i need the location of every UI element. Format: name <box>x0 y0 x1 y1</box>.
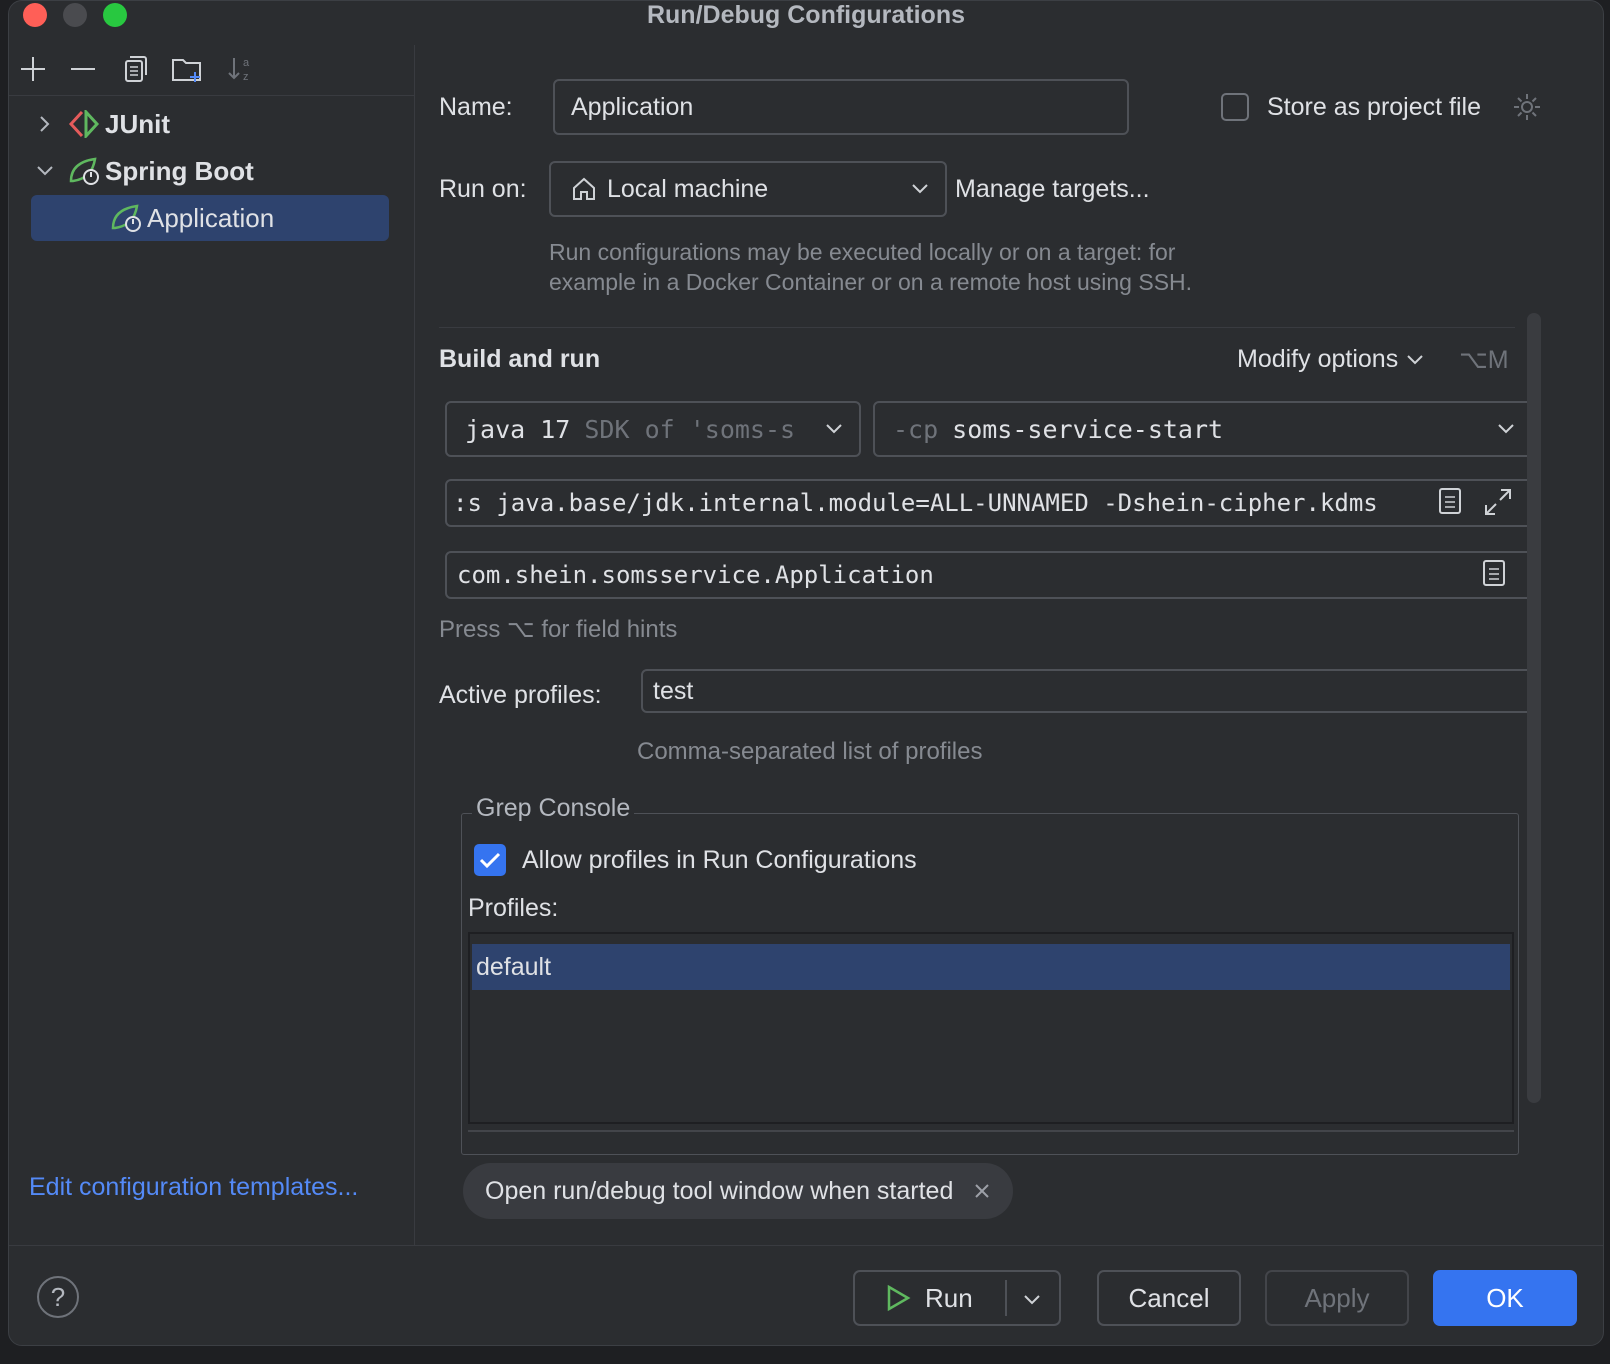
chevron-down-icon[interactable] <box>35 164 55 178</box>
classpath-prefix: -cp <box>893 414 939 444</box>
vm-options-value: :s java.base/jdk.internal.module=ALL-UNN… <box>453 489 1378 517</box>
copy-configuration-button[interactable] <box>117 51 153 87</box>
jre-dropdown[interactable]: java 17 SDK of 'soms-s <box>445 401 861 457</box>
play-icon <box>887 1284 911 1312</box>
store-as-project-checkbox[interactable] <box>1221 93 1249 121</box>
run-debug-dialog: Run/Debug Configurations az JUnit Spring… <box>8 0 1604 1346</box>
tree-item-label: Application <box>147 202 275 233</box>
tree-item-label: Spring Boot <box>105 155 254 186</box>
copy-icon <box>125 56 147 82</box>
checkmark-icon <box>479 852 501 869</box>
main-class-field[interactable]: com.shein.somsservice.Application <box>445 551 1535 599</box>
active-profiles-field[interactable]: test <box>641 669 1535 713</box>
run-on-hint-line-2: example in a Docker Container or on a re… <box>549 269 1193 295</box>
configuration-editor: Name: Application Store as project file … <box>415 45 1603 1245</box>
chevron-down-icon <box>1498 424 1514 434</box>
grep-console-group: Grep Console Allow profiles in Run Confi… <box>461 794 1519 1155</box>
tree-item-spring-boot[interactable]: Spring Boot <box>35 148 254 194</box>
run-button[interactable]: Run <box>853 1270 1061 1326</box>
build-and-run-title: Build and run <box>439 345 601 373</box>
manage-targets-link[interactable]: Manage targets... <box>955 175 1150 204</box>
vertical-scrollbar[interactable] <box>1527 313 1541 1103</box>
tree-item-label: JUnit <box>105 108 170 139</box>
browse-class-icon[interactable] <box>1481 559 1509 594</box>
help-button[interactable]: ? <box>37 1276 79 1318</box>
chip-label: Open run/debug tool window when started <box>485 1176 954 1205</box>
expand-text-icon[interactable] <box>1437 487 1465 522</box>
allow-profiles-checkbox[interactable] <box>474 844 506 876</box>
chevron-down-icon <box>1407 354 1423 364</box>
list-item[interactable]: default <box>472 944 1510 990</box>
jre-description: SDK of 'soms-s <box>584 414 796 444</box>
sort-configurations-button[interactable]: az <box>223 51 259 87</box>
run-on-dropdown[interactable]: Local machine <box>549 161 947 217</box>
tree-item-application[interactable]: Application <box>31 195 389 241</box>
vm-options-field[interactable]: :s java.base/jdk.internal.module=ALL-UNN… <box>445 479 1535 527</box>
run-button-label: Run <box>925 1282 973 1313</box>
run-on-hint-line-1: Run configurations may be executed local… <box>549 239 1176 265</box>
jre-version: java 17 <box>465 414 571 444</box>
new-folder-button[interactable] <box>169 51 205 87</box>
chevron-down-icon <box>826 424 842 434</box>
main-class-value: com.shein.somsservice.Application <box>457 561 934 589</box>
list-divider <box>468 1130 1514 1132</box>
name-label: Name: <box>439 93 513 121</box>
home-icon <box>573 177 595 200</box>
modify-options-button[interactable]: Modify options <box>1237 345 1424 374</box>
cancel-button[interactable]: Cancel <box>1097 1270 1241 1326</box>
profiles-list-label: Profiles: <box>468 894 559 922</box>
junit-icon <box>67 107 101 141</box>
run-on-value: Local machine <box>607 174 769 203</box>
tree-toolbar: az <box>9 45 414 96</box>
modify-options-shortcut: ⌥M <box>1459 346 1509 374</box>
grep-console-title: Grep Console <box>472 794 635 823</box>
open-tool-window-chip[interactable]: Open run/debug tool window when started <box>463 1163 1014 1219</box>
close-icon[interactable] <box>973 1182 991 1200</box>
chevron-right-icon[interactable] <box>35 115 55 133</box>
apply-button[interactable]: Apply <box>1265 1270 1409 1326</box>
modify-options-label: Modify options <box>1237 345 1399 373</box>
chevron-down-icon <box>912 184 928 194</box>
window-title: Run/Debug Configurations <box>646 1 966 29</box>
ok-button[interactable]: OK <box>1433 1270 1577 1326</box>
split-divider <box>1005 1280 1007 1316</box>
remove-configuration-button[interactable] <box>65 51 101 87</box>
name-field[interactable]: Application <box>553 79 1129 135</box>
active-profiles-hint: Comma-separated list of profiles <box>637 738 983 765</box>
active-profiles-label: Active profiles: <box>439 681 602 709</box>
dialog-button-bar: ? Run Cancel Apply OK <box>9 1245 1603 1345</box>
plus-icon <box>21 57 45 81</box>
spring-boot-icon <box>109 201 143 235</box>
section-divider <box>439 327 1515 328</box>
maximize-field-icon[interactable] <box>1483 487 1513 522</box>
store-as-project-label: Store as project file <box>1267 93 1481 121</box>
profiles-list[interactable]: default <box>468 932 1514 1124</box>
sort-alpha-icon: az <box>228 57 250 83</box>
configurations-panel: az JUnit Spring Boot Application Edit co… <box>9 45 415 1245</box>
svg-text:a: a <box>243 57 250 69</box>
field-hints-text: Press ⌥ for field hints <box>439 616 678 643</box>
gear-icon[interactable] <box>1511 91 1543 128</box>
svg-text:z: z <box>243 71 249 83</box>
chevron-down-icon[interactable] <box>1023 1294 1041 1306</box>
title-bar: Run/Debug Configurations <box>9 1 1603 35</box>
add-configuration-button[interactable] <box>15 51 51 87</box>
spring-boot-icon <box>67 154 101 188</box>
folder-add-icon <box>172 59 201 82</box>
minus-icon <box>71 68 95 70</box>
edit-templates-link[interactable]: Edit configuration templates... <box>29 1173 358 1202</box>
run-on-label: Run on: <box>439 175 527 203</box>
classpath-module-dropdown[interactable]: -cp soms-service-start <box>873 401 1533 457</box>
classpath-module: soms-service-start <box>952 414 1224 444</box>
allow-profiles-label: Allow profiles in Run Configurations <box>522 846 917 874</box>
tree-item-junit[interactable]: JUnit <box>35 101 170 147</box>
